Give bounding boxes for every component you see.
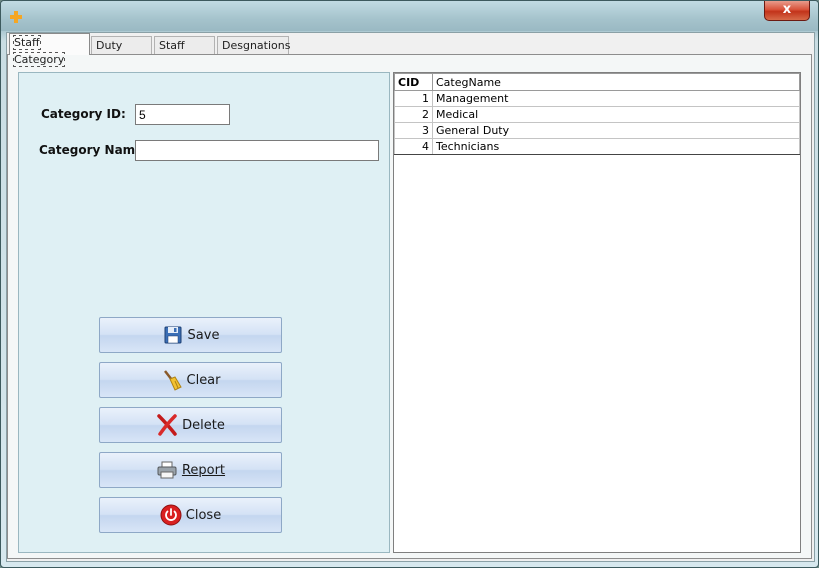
- power-icon: [160, 504, 182, 526]
- clear-label: Clear: [186, 372, 221, 388]
- close-label: Close: [185, 507, 222, 523]
- tab-page-staff-category: Category ID: Category Name: Save: [7, 54, 812, 559]
- tab-staff-category[interactable]: Staff Category: [9, 33, 90, 67]
- red-x-icon: [157, 414, 177, 436]
- save-button[interactable]: Save: [99, 317, 282, 353]
- category-name-label: Category Name:: [39, 143, 149, 157]
- plus-icon: [10, 11, 22, 23]
- category-name-input[interactable]: [135, 140, 379, 161]
- grid-table: CID CategName 1 Management 2 Medical 3 G…: [394, 73, 800, 155]
- cid-cell[interactable]: 4: [394, 138, 433, 155]
- grid-header-row: CID CategName: [394, 73, 800, 91]
- printer-icon: [157, 461, 177, 479]
- category-id-input[interactable]: [135, 104, 230, 125]
- table-row[interactable]: 4 Technicians: [394, 138, 800, 155]
- broom-icon: [163, 370, 182, 391]
- delete-button[interactable]: Delete: [99, 407, 282, 443]
- tab-label: Desgnations: [222, 39, 291, 52]
- save-label: Save: [187, 327, 220, 343]
- close-icon: x: [782, 2, 792, 17]
- window-close-button[interactable]: x: [764, 1, 810, 21]
- cid-cell[interactable]: 1: [394, 90, 433, 107]
- tab-duty-type[interactable]: Duty Type: [91, 36, 152, 69]
- column-header-cid[interactable]: CID: [394, 73, 433, 91]
- close-button[interactable]: Close: [99, 497, 282, 533]
- tab-strip: Staff Category Duty Type Staff Type Desg…: [7, 33, 812, 69]
- cid-cell[interactable]: 3: [394, 122, 433, 139]
- report-label: Report: [181, 462, 226, 478]
- table-row[interactable]: 3 General Duty: [394, 122, 800, 139]
- categname-cell[interactable]: Management: [432, 90, 800, 107]
- clear-button[interactable]: Clear: [99, 362, 282, 398]
- categname-cell[interactable]: Technicians: [432, 138, 800, 155]
- table-row[interactable]: 2 Medical: [394, 106, 800, 123]
- column-header-categname[interactable]: CategName: [432, 73, 800, 91]
- category-grid[interactable]: CID CategName 1 Management 2 Medical 3 G…: [393, 72, 801, 553]
- tab-desgnations[interactable]: Desgnations: [217, 36, 291, 54]
- cid-cell[interactable]: 2: [394, 106, 433, 123]
- categname-cell[interactable]: General Duty: [432, 122, 800, 139]
- tab-staff-type[interactable]: Staff Type: [154, 36, 215, 69]
- tab-label: Staff Category: [12, 35, 66, 67]
- delete-label: Delete: [182, 417, 225, 433]
- table-row[interactable]: 1 Management: [394, 90, 800, 107]
- form-panel: Category ID: Category Name: Save: [18, 72, 390, 553]
- categname-cell[interactable]: Medical: [432, 106, 800, 123]
- client-area: Staff Category Duty Type Staff Type Desg…: [6, 32, 815, 562]
- floppy-disk-icon: [164, 326, 182, 344]
- category-id-label: Category ID:: [41, 107, 126, 121]
- report-button[interactable]: Report: [99, 452, 282, 488]
- title-bar[interactable]: x: [1, 1, 818, 31]
- app-window: x Staff Category Duty Type Staff Type De…: [0, 0, 819, 568]
